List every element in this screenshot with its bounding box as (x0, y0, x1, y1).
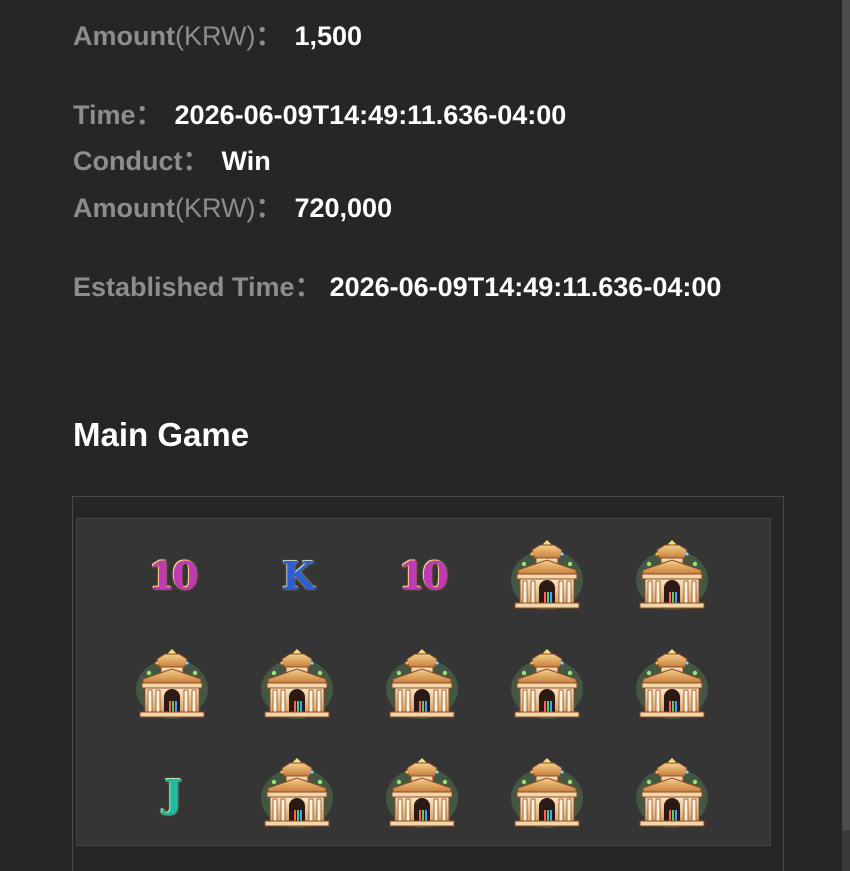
symbol-10-icon: 10 (384, 539, 460, 611)
established-time-label: Established Time (73, 272, 295, 302)
symbol-k-label: K (281, 552, 315, 598)
amount-unit: (KRW) (174, 21, 256, 51)
colon: ： (255, 193, 283, 223)
colon: ： (135, 100, 163, 130)
temple-symbol-icon (259, 648, 335, 720)
temple-symbol-icon (509, 757, 585, 829)
result-panel: 10 K 10 J (72, 496, 784, 871)
temple-symbol-icon (509, 648, 585, 720)
colon: ： (182, 146, 210, 176)
main-game-title: Main Game (73, 416, 250, 453)
established-time-value: 2026-06-09T14:49:11.636-04:00 (329, 272, 722, 302)
reel-grid: 10 K 10 J (76, 518, 771, 846)
time-row: Time ： 2026-06-09T14:49:11.636-04:00 (73, 93, 566, 132)
amount-label: Amount (73, 21, 175, 51)
time-label: Time (73, 100, 136, 130)
amount-value: 1,500 (294, 21, 363, 51)
colon: ： (255, 21, 283, 51)
scrollbar-thumb[interactable] (842, 0, 850, 830)
bet-detail-page: Amount(KRW) ： 1,500 Time ： 2026-06-09T14… (0, 0, 850, 871)
temple-symbol-icon (134, 648, 210, 720)
scrollbar-track[interactable] (842, 0, 850, 871)
established-time-row: Established Time ： 2026-06-09T14:49:11.6… (73, 265, 721, 304)
temple-symbol-icon (259, 757, 335, 829)
temple-symbol-icon (634, 757, 710, 829)
temple-symbol-icon (384, 648, 460, 720)
symbol-10-label: 10 (148, 552, 199, 598)
amount-value: 720,000 (294, 193, 393, 223)
temple-symbol-icon (509, 539, 585, 611)
temple-symbol-icon (634, 648, 710, 720)
colon: ： (294, 272, 322, 302)
time-value: 2026-06-09T14:49:11.636-04:00 (174, 100, 567, 130)
symbol-10-icon: 10 (134, 539, 210, 611)
amount-row-2: Amount(KRW) ： 720,000 (73, 186, 392, 225)
amount-row-1: Amount(KRW) ： 1,500 (73, 14, 362, 53)
symbol-k-icon: K (259, 539, 335, 611)
symbol-10-label: 10 (398, 552, 449, 598)
conduct-label: Conduct (73, 146, 183, 176)
temple-symbol-icon (634, 539, 710, 611)
amount-unit: (KRW) (174, 193, 256, 223)
amount-label: Amount (73, 193, 175, 223)
symbol-j-icon: J (134, 757, 210, 829)
conduct-row: Conduct ： Win (73, 139, 271, 178)
temple-symbol-icon (384, 757, 460, 829)
conduct-value: Win (221, 146, 271, 176)
symbol-j-label: J (164, 770, 183, 816)
